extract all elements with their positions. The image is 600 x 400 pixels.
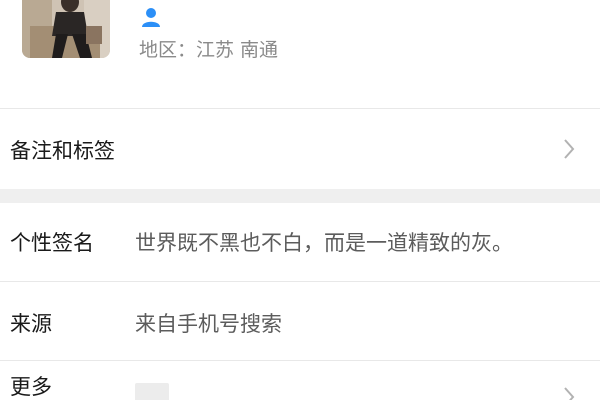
section-separator (0, 189, 600, 203)
source-label: 来源 (10, 312, 52, 336)
signature-row: 个性签名 世界既不黑也不白，而是一道精致的灰。 (0, 203, 600, 281)
profile-header: 地区：江苏 南通 (0, 0, 600, 108)
more-row[interactable]: 更多 (0, 361, 600, 400)
source-value: 来自手机号搜索 (135, 312, 282, 336)
source-row: 来源 来自手机号搜索 (0, 282, 600, 360)
moments-thumbnail[interactable] (135, 383, 169, 400)
chevron-right-icon (564, 387, 575, 400)
remark-tags-label: 备注和标签 (10, 139, 115, 163)
chevron-right-icon (564, 139, 575, 159)
signature-value: 世界既不黑也不白，而是一道精致的灰。 (135, 231, 513, 255)
signature-label: 个性签名 (10, 231, 94, 255)
remark-tags-row[interactable]: 备注和标签 (0, 109, 600, 189)
person-icon (140, 6, 162, 28)
avatar[interactable] (22, 0, 110, 58)
contact-profile-screen: 地区：江苏 南通 备注和标签 个性签名 世界既不黑也不白，而是一道精致的灰。 来… (0, 0, 600, 400)
more-label: 更多 (10, 375, 52, 399)
region-text: 地区：江苏 南通 (139, 39, 279, 61)
